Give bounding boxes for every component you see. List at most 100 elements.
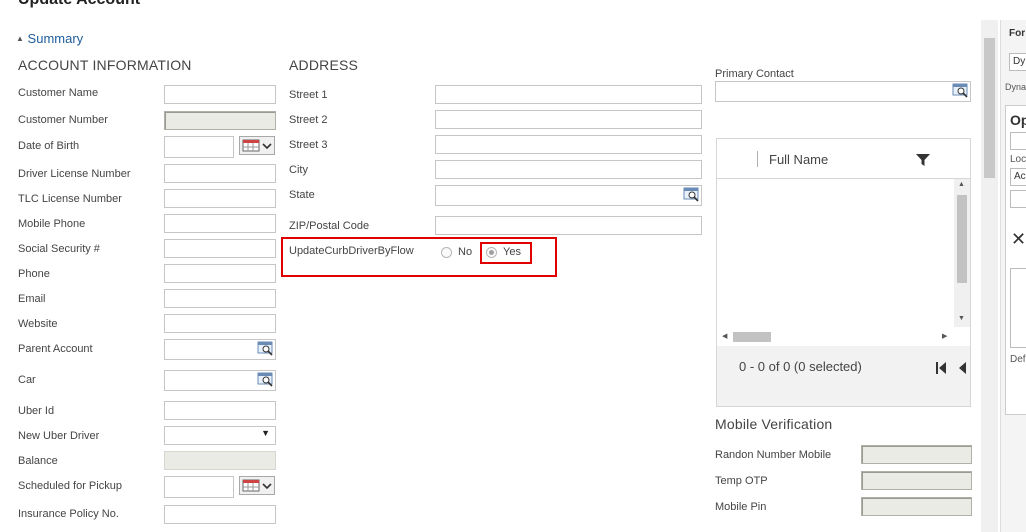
customer-number-input <box>164 111 276 130</box>
insurance-policy-label: Insurance Policy No. <box>18 508 119 520</box>
customer-number-label: Customer Number <box>18 114 108 126</box>
state-label: State <box>289 189 315 201</box>
ssn-input[interactable] <box>164 239 276 258</box>
scroll-down-icon[interactable]: ▼ <box>958 315 965 322</box>
column-divider <box>757 151 758 167</box>
scroll-left-icon[interactable]: ◀ <box>722 332 727 340</box>
calendar-button[interactable] <box>239 476 275 495</box>
radio-yes[interactable] <box>486 247 497 258</box>
page-scroll-thumb[interactable] <box>984 38 995 178</box>
radio-yes-label: Yes <box>503 246 521 258</box>
primary-contact-lookup[interactable] <box>715 81 971 102</box>
primary-contact-label: Primary Contact <box>715 68 794 80</box>
side-panel-label-def: Def <box>1010 354 1026 365</box>
filter-icon[interactable] <box>915 153 931 167</box>
street3-label: Street 3 <box>289 139 328 151</box>
customer-name-input[interactable] <box>164 85 276 104</box>
side-panel-select-ac[interactable]: Ac <box>1010 168 1026 186</box>
side-panel-input[interactable] <box>1010 132 1026 150</box>
close-icon[interactable]: ✕ <box>1011 229 1026 250</box>
side-panel-label-top: For <box>1009 28 1026 39</box>
scroll-right-icon[interactable]: ▶ <box>942 332 947 340</box>
calendar-button[interactable] <box>239 136 275 155</box>
street1-label: Street 1 <box>289 89 328 101</box>
lookup-icon[interactable] <box>952 83 969 98</box>
insurance-policy-input[interactable] <box>164 505 276 524</box>
first-page-icon[interactable] <box>935 361 947 375</box>
temp-otp-label: Temp OTP <box>715 475 768 487</box>
previous-page-icon[interactable] <box>957 361 967 375</box>
side-panel-textarea[interactable] <box>1010 268 1026 348</box>
balance-input <box>164 451 276 470</box>
scroll-up-icon[interactable]: ▲ <box>958 181 965 188</box>
random-number-input <box>861 445 972 464</box>
date-of-birth-label: Date of Birth <box>18 140 80 152</box>
tlc-license-input[interactable] <box>164 189 276 208</box>
email-label: Email <box>18 293 46 305</box>
mobile-pin-input <box>861 497 972 516</box>
driver-license-input[interactable] <box>164 164 276 183</box>
summary-label: Summary <box>27 31 84 46</box>
tlc-license-label: TLC License Number <box>18 193 122 205</box>
update-flow-label: UpdateCurbDriverByFlow <box>289 245 414 257</box>
page-title: Update Account <box>18 0 140 9</box>
grid-header: Full Name <box>717 139 970 179</box>
calendar-icon <box>242 479 272 492</box>
horizontal-scrollbar[interactable]: ◀ ▶ <box>717 329 954 345</box>
street2-input[interactable] <box>435 110 702 129</box>
city-label: City <box>289 164 308 176</box>
radio-no[interactable] <box>441 247 452 258</box>
customer-name-label: Customer Name <box>18 87 99 99</box>
side-panel-select[interactable]: Dy <box>1009 53 1026 71</box>
parent-account-lookup[interactable] <box>164 339 276 360</box>
account-info-heading: ACCOUNT INFORMATION <box>18 57 192 73</box>
side-panel-label-loc: Loc <box>1010 154 1026 165</box>
new-uber-driver-select[interactable]: ▼ <box>164 426 276 445</box>
side-panel-label-dyna: Dyna <box>1005 82 1026 92</box>
scheduled-pickup-input[interactable] <box>164 476 234 498</box>
pager-status: 0 - 0 of 0 (0 selected) <box>739 359 862 374</box>
temp-otp-input <box>861 471 972 490</box>
street2-label: Street 2 <box>289 114 328 126</box>
contacts-grid: Full Name ▲ ▼ ◀ ▶ 0 - 0 of 0 (0 selected… <box>716 138 971 407</box>
mobile-phone-input[interactable] <box>164 214 276 233</box>
street3-input[interactable] <box>435 135 702 154</box>
mobile-phone-label: Mobile Phone <box>18 218 86 230</box>
side-panel-box: Op Loc Ac ✕ Def <box>1005 105 1026 415</box>
date-of-birth-input[interactable] <box>164 136 234 158</box>
side-panel: For Dy Dyna Op Loc Ac ✕ Def <box>1000 20 1026 532</box>
car-lookup[interactable] <box>164 370 276 391</box>
uber-id-input[interactable] <box>164 401 276 420</box>
summary-toggle[interactable]: ▲ Summary <box>16 31 83 46</box>
uber-id-label: Uber Id <box>18 405 55 417</box>
horizontal-scroll-thumb[interactable] <box>733 332 771 342</box>
city-input[interactable] <box>435 160 702 179</box>
calendar-icon <box>242 139 272 152</box>
zip-input[interactable] <box>435 216 702 235</box>
collapse-icon: ▲ <box>16 34 24 43</box>
full-name-column-header[interactable]: Full Name <box>769 152 828 167</box>
zip-label: ZIP/Postal Code <box>289 220 370 232</box>
page-scrollbar[interactable] <box>981 20 998 532</box>
mobile-verification-heading: Mobile Verification <box>715 416 833 432</box>
side-panel-input-2[interactable] <box>1010 190 1026 208</box>
phone-input[interactable] <box>164 264 276 283</box>
dropdown-arrow-icon: ▼ <box>261 428 270 438</box>
lookup-icon[interactable] <box>257 341 274 356</box>
address-heading: ADDRESS <box>289 57 359 73</box>
ssn-label: Social Security # <box>18 243 100 255</box>
new-uber-driver-label: New Uber Driver <box>18 430 100 442</box>
vertical-scroll-thumb[interactable] <box>957 195 967 283</box>
state-lookup[interactable] <box>435 185 702 206</box>
car-label: Car <box>18 374 36 386</box>
website-input[interactable] <box>164 314 276 333</box>
random-number-label: Randon Number Mobile <box>715 449 832 461</box>
scheduled-pickup-label: Scheduled for Pickup <box>18 480 122 492</box>
lookup-icon[interactable] <box>683 187 700 202</box>
street1-input[interactable] <box>435 85 702 104</box>
parent-account-label: Parent Account <box>18 343 93 355</box>
vertical-scrollbar[interactable]: ▲ ▼ <box>954 179 970 327</box>
balance-label: Balance <box>18 455 58 467</box>
lookup-icon[interactable] <box>257 372 274 387</box>
email-input[interactable] <box>164 289 276 308</box>
